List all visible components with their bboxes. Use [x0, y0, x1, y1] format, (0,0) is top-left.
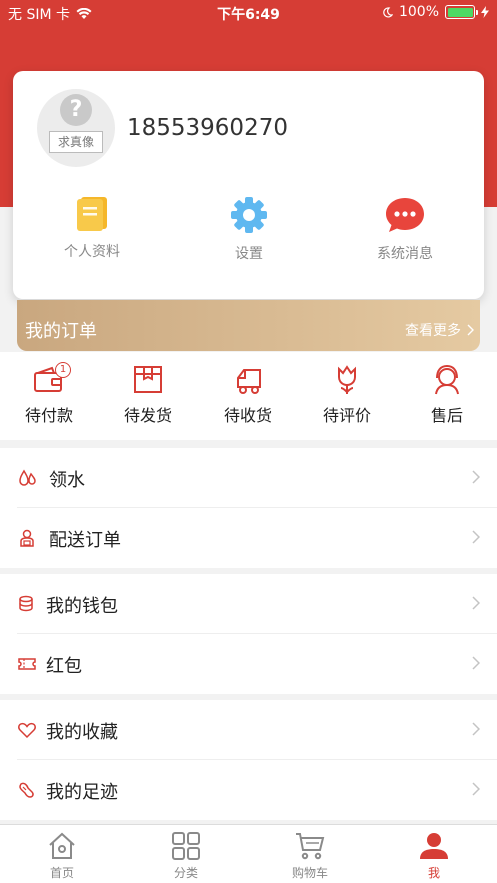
- menu-item-label: 配送订单: [49, 530, 121, 551]
- menu-item-label: 领水: [49, 470, 85, 491]
- chat-bubble-icon: [386, 198, 424, 232]
- avatar-question-mark: ?: [60, 94, 92, 126]
- person-icon: [420, 833, 448, 859]
- gear-icon: [231, 197, 267, 233]
- order-status-label: 待付款: [24, 406, 73, 425]
- order-pending-shipment[interactable]: 待发货: [108, 364, 188, 426]
- tab-bar: 首页 分类 购物车 我: [0, 824, 497, 883]
- moon-icon: [383, 6, 393, 17]
- menu-item-favorites[interactable]: 我的收藏: [0, 700, 497, 760]
- chevron-right-icon: [472, 530, 480, 544]
- flower-icon: [338, 365, 356, 394]
- home-icon: [49, 832, 75, 859]
- footprint-icon: [19, 782, 34, 798]
- water-drop-icon: [19, 469, 36, 486]
- quick-action-messages[interactable]: 系统消息: [335, 195, 475, 263]
- charging-icon: [481, 6, 489, 18]
- service-icon: [435, 364, 459, 395]
- order-status-label: 售后: [430, 406, 463, 425]
- menu-item-label: 红包: [46, 656, 82, 677]
- status-bar: 无 SIM 卡 下午6:49 100%: [0, 0, 497, 26]
- tab-label: 我: [427, 866, 440, 880]
- quick-action-label: 个人资料: [64, 244, 120, 260]
- menu-group: 我的收藏 我的足迹: [0, 700, 497, 820]
- quick-action-settings[interactable]: 设置: [179, 195, 319, 263]
- profile-card: ? 求真像 18553960270 个人资料 设置 系统消息: [13, 71, 484, 299]
- order-status-label: 待发货: [123, 406, 172, 425]
- tab-cart[interactable]: 购物车: [270, 831, 350, 881]
- avatar-sign-label: 求真像: [49, 131, 103, 153]
- tab-label: 首页: [49, 866, 74, 880]
- tab-category[interactable]: 分类: [146, 831, 226, 881]
- heart-icon: [18, 722, 36, 739]
- menu-item-label: 我的钱包: [46, 596, 118, 617]
- order-pending-receipt[interactable]: 待收货: [208, 364, 288, 426]
- quick-action-label: 系统消息: [377, 246, 433, 262]
- cart-icon: [296, 833, 325, 860]
- truck-icon: [237, 369, 261, 394]
- tab-label: 购物车: [291, 866, 328, 880]
- pending-payment-badge: 1: [55, 362, 71, 378]
- menu-item-label: 我的收藏: [46, 722, 118, 743]
- menu-group: 我的钱包 红包: [0, 574, 497, 694]
- my-orders-title: 我的订单: [25, 321, 97, 342]
- avatar[interactable]: ? 求真像: [37, 89, 115, 167]
- chevron-right-icon: [472, 656, 480, 670]
- battery-percent: 100%: [398, 4, 439, 20]
- chevron-right-icon: [472, 470, 480, 484]
- ticket-icon: [18, 658, 36, 670]
- chevron-right-icon: [472, 722, 480, 736]
- menu-item-delivery-orders[interactable]: 配送订单: [0, 508, 497, 568]
- user-phone: 18553960270: [127, 115, 288, 141]
- order-pending-review[interactable]: 待评价: [307, 364, 387, 426]
- my-orders-header: 我的订单 查看更多: [17, 300, 480, 351]
- menu-item-red-packet[interactable]: 红包: [0, 634, 497, 694]
- box-icon: [134, 366, 162, 393]
- view-more-label: 查看更多: [405, 323, 461, 339]
- grid-icon: [172, 832, 200, 860]
- order-status-row: 1 待付款 待发货 待收货 待评价 售后: [0, 352, 497, 440]
- tab-me[interactable]: 我: [394, 831, 474, 881]
- order-status-label: 待评价: [322, 406, 371, 425]
- order-pending-payment[interactable]: 1 待付款: [9, 362, 89, 426]
- coins-icon: [19, 595, 33, 612]
- view-more-orders-link[interactable]: 查看更多: [405, 320, 474, 340]
- courier-icon: [20, 529, 34, 547]
- quick-action-profile[interactable]: 个人资料: [22, 195, 162, 261]
- quick-action-label: 设置: [235, 246, 263, 262]
- order-after-sales[interactable]: 售后: [407, 364, 487, 426]
- menu-item-water[interactable]: 领水: [0, 448, 497, 508]
- menu-item-label: 我的足迹: [46, 782, 118, 803]
- order-status-label: 待收货: [223, 406, 272, 425]
- chevron-right-icon: [472, 596, 480, 610]
- battery-icon: [445, 5, 478, 19]
- chevron-right-icon: [467, 324, 474, 336]
- chevron-right-icon: [472, 782, 480, 796]
- menu-group: 领水 配送订单: [0, 448, 497, 568]
- tab-home[interactable]: 首页: [22, 831, 102, 881]
- tab-label: 分类: [173, 866, 198, 880]
- document-icon: [77, 197, 107, 231]
- menu-item-footprints[interactable]: 我的足迹: [0, 760, 497, 820]
- menu-item-wallet[interactable]: 我的钱包: [0, 574, 497, 634]
